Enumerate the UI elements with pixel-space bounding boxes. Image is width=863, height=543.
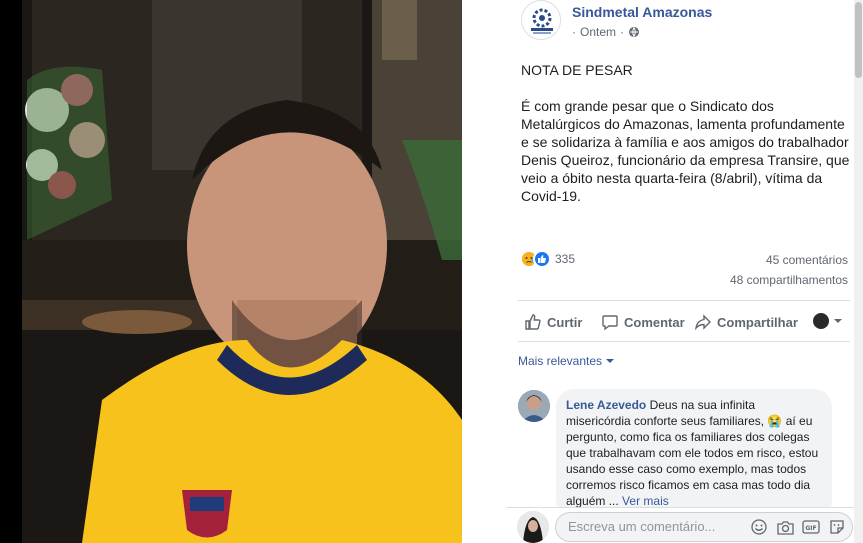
sticker-icon[interactable]: [828, 518, 846, 536]
composer-icons: GIF: [750, 518, 846, 536]
comments-count-link[interactable]: 45 comentários: [766, 253, 848, 267]
reactions-summary[interactable]: 335: [520, 250, 575, 268]
photo-letterbox: [0, 0, 22, 543]
comment-input[interactable]: [568, 519, 718, 534]
comment-composer: GIF: [506, 507, 854, 543]
page-logo-icon: [522, 1, 560, 39]
post-body: É com grande pesar que o Sindicato dos M…: [521, 98, 850, 204]
scrollbar-thumb[interactable]: [855, 2, 862, 78]
crying-emoji-icon: 😭: [767, 414, 783, 428]
comment-label: Comentar: [624, 314, 685, 330]
page-name-link[interactable]: Sindmetal Amazonas: [572, 4, 712, 20]
thumbs-up-icon: [525, 314, 541, 330]
comment-input-box[interactable]: GIF: [555, 512, 853, 542]
like-label: Curtir: [547, 314, 583, 330]
share-label: Compartilhar: [717, 314, 798, 330]
like-reaction-icon: [533, 250, 551, 268]
emoji-icon[interactable]: [750, 518, 768, 536]
svg-text:GIF: GIF: [805, 525, 816, 532]
profile-avatar-icon: [813, 313, 829, 329]
page-avatar[interactable]: [521, 0, 561, 40]
comment-button[interactable]: Comentar: [601, 313, 685, 331]
comment-author-link[interactable]: Lene Azevedo: [566, 398, 646, 412]
react-as-selector[interactable]: [813, 313, 843, 329]
post-title-line: NOTA DE PESAR: [521, 62, 633, 78]
reaction-count: 335: [555, 252, 576, 266]
see-more-link[interactable]: Ver mais: [622, 494, 669, 507]
actions-bottom-divider: [518, 341, 850, 342]
gif-icon[interactable]: GIF: [802, 518, 820, 536]
side-panel-scrollbar[interactable]: [854, 0, 863, 543]
post-meta: · Ontem ·: [572, 25, 640, 39]
post-actions-bar: Curtir Comentar Compartilhar: [518, 305, 850, 339]
commenter-avatar[interactable]: [518, 390, 550, 422]
sort-label: Mais relevantes: [518, 354, 603, 368]
camera-icon[interactable]: [776, 518, 794, 536]
like-button[interactable]: Curtir: [524, 313, 582, 331]
comment-icon: [602, 315, 618, 331]
share-icon: [694, 314, 711, 331]
post-viewer: Sindmetal Amazonas · Ontem · NOTA DE PES…: [0, 0, 863, 543]
comment-bubble: Lene Azevedo Deus na sua infinita miseri…: [556, 389, 832, 507]
photo-image: [22, 0, 462, 543]
caret-down-icon: [606, 359, 615, 363]
actions-top-divider: [518, 300, 850, 301]
current-user-avatar: [517, 511, 549, 543]
comment-sort-dropdown[interactable]: Mais relevantes: [518, 354, 615, 368]
post-photo[interactable]: [0, 0, 462, 543]
comment-item: Lene Azevedo Deus na sua infinita miseri…: [518, 389, 850, 507]
caret-down-icon: [834, 319, 842, 323]
photo-illustration: [22, 0, 462, 543]
post-header: Sindmetal Amazonas · Ontem ·: [521, 0, 851, 44]
shares-count-link[interactable]: 48 compartilhamentos: [730, 273, 848, 287]
post-timestamp[interactable]: Ontem: [580, 25, 616, 39]
globe-icon[interactable]: [628, 26, 640, 38]
meta-dot: ·: [572, 25, 576, 39]
meta-dot-2: ·: [620, 25, 625, 39]
share-button[interactable]: Compartilhar: [694, 313, 798, 331]
post-message: NOTA DE PESAR É com grande pesar que o S…: [521, 61, 851, 223]
